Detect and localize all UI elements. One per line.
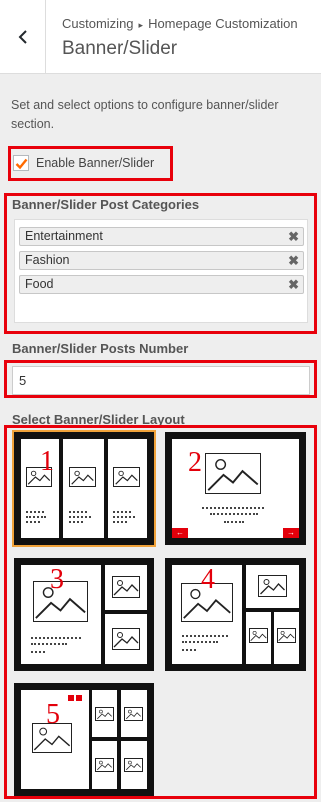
layout-panel (92, 741, 117, 789)
image-placeholder-icon (205, 453, 261, 494)
categories-title: Banner/Slider Post Categories (12, 197, 200, 212)
text-line (69, 511, 87, 513)
text-line (182, 649, 196, 651)
text-line (26, 516, 46, 518)
image-placeholder-icon (95, 758, 114, 772)
checkmark-icon (15, 158, 27, 169)
layout-number: 2 (188, 447, 202, 478)
layout-number: 1 (40, 446, 54, 477)
layout-panel (105, 614, 147, 664)
text-line (31, 637, 81, 639)
breadcrumb-root: Customizing (62, 16, 134, 31)
text-line (113, 511, 131, 513)
chevron-left-icon (18, 30, 27, 44)
text-line (69, 521, 83, 523)
image-placeholder-icon (249, 628, 268, 643)
breadcrumb-separator-icon: ▸ (138, 20, 144, 30)
layout-panel (92, 690, 117, 737)
remove-tag-icon[interactable]: ✖ (288, 228, 299, 245)
layout-panel (121, 690, 147, 737)
text-line (113, 516, 135, 518)
red-marker (68, 695, 74, 701)
text-line (69, 516, 91, 518)
image-placeholder-icon (112, 628, 140, 650)
layout-panel (246, 565, 299, 608)
text-line (26, 511, 44, 513)
enable-banner-row[interactable]: Enable Banner/Slider (13, 155, 154, 171)
layout-panel (105, 565, 147, 610)
image-placeholder-icon (258, 575, 287, 597)
remove-tag-icon[interactable]: ✖ (288, 276, 299, 293)
breadcrumb: Customizing ▸ Homepage Customization (62, 16, 298, 31)
image-placeholder-icon (112, 576, 140, 598)
text-line (31, 643, 67, 645)
text-line (31, 651, 45, 653)
layout-panel (63, 439, 104, 538)
posts-number-input[interactable] (12, 366, 310, 395)
text-line (182, 635, 228, 637)
text-line (26, 521, 40, 523)
image-placeholder-icon (95, 707, 114, 721)
red-marker (76, 695, 82, 701)
layout-panel (108, 439, 147, 538)
image-placeholder-icon (277, 628, 296, 643)
enable-banner-label: Enable Banner/Slider (36, 156, 155, 170)
layout-panel (121, 741, 147, 789)
layout-option-5[interactable]: 5 (14, 683, 154, 796)
page-title: Banner/Slider (62, 38, 178, 59)
category-tag-label: Entertainment (25, 229, 103, 243)
layout-number: 5 (46, 699, 60, 730)
section-description: Set and select options to configure bann… (11, 98, 279, 131)
category-tag-label: Food (25, 277, 54, 291)
category-tag: Entertainment ✖ (19, 227, 304, 246)
layout-option-2[interactable]: ← → 2 (165, 432, 306, 545)
category-tag: Food ✖ (19, 275, 304, 294)
next-arrow-icon: → (283, 528, 299, 538)
prev-arrow-icon: ← (172, 528, 188, 538)
layout-number: 3 (50, 564, 64, 595)
text-line (202, 507, 264, 509)
image-placeholder-icon (124, 758, 143, 772)
back-button[interactable] (0, 0, 46, 74)
layout-panel (246, 612, 271, 664)
breadcrumb-current: Homepage Customization (148, 16, 298, 31)
layout-panel (274, 612, 299, 664)
category-tag-label: Fashion (25, 253, 70, 267)
text-line (182, 641, 218, 643)
categories-select[interactable]: Entertainment ✖ Fashion ✖ Food ✖ (14, 219, 308, 323)
image-placeholder-icon (124, 707, 143, 721)
enable-banner-checkbox[interactable] (13, 155, 29, 171)
layout-option-3[interactable]: 3 (14, 558, 154, 671)
image-placeholder-icon (69, 467, 96, 487)
customizer-header: Customizing ▸ Homepage Customization Banne… (0, 0, 321, 74)
layout-option-1[interactable]: 1 (12, 430, 156, 547)
text-line (113, 521, 127, 523)
text-line (210, 513, 258, 515)
image-placeholder-icon (113, 467, 140, 487)
layout-option-4[interactable]: 4 (165, 558, 306, 671)
layout-number: 4 (201, 564, 215, 595)
posts-number-title: Banner/Slider Posts Number (12, 341, 189, 356)
text-line (224, 521, 244, 523)
remove-tag-icon[interactable]: ✖ (288, 252, 299, 269)
category-tag: Fashion ✖ (19, 251, 304, 270)
